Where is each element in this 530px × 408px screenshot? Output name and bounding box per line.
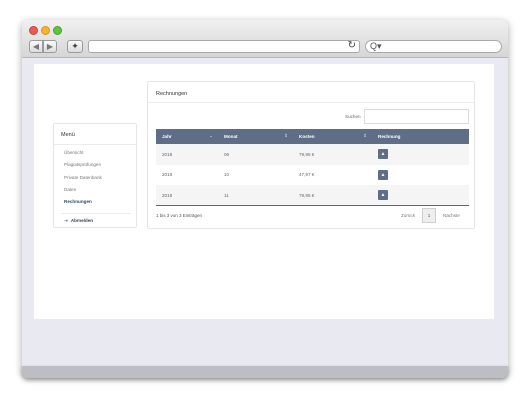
address-bar[interactable]: ↻ [88, 40, 360, 53]
pagination-page-1[interactable]: 1 [422, 208, 436, 223]
back-button[interactable]: ◀ [29, 40, 43, 53]
minimize-window-button[interactable] [41, 26, 50, 35]
table-row: 2018 11 79,95 € ▲ [156, 185, 469, 207]
divider [54, 144, 136, 145]
cell-invoice: ▲ [372, 164, 469, 186]
divider [148, 102, 474, 103]
sidebar-item-private-database[interactable]: Private Datenbank [64, 175, 102, 187]
cell-cost: 47,97 € [293, 164, 372, 186]
sidebar-item-data[interactable]: Daten [64, 187, 102, 199]
sidebar-item-overview[interactable]: Übersicht [64, 150, 102, 162]
sort-icon: ⇕ [363, 133, 367, 138]
table-search-input[interactable] [364, 109, 469, 124]
menu-title: Menü [61, 132, 75, 138]
cell-cost: 79,95 € [293, 144, 372, 165]
maximize-window-button[interactable] [53, 26, 62, 35]
download-icon[interactable]: ▲ [378, 190, 388, 201]
column-header-year[interactable]: Jahr ⌄ [156, 129, 218, 144]
forward-button[interactable]: ▶ [43, 40, 57, 53]
cell-cost: 79,95 € [293, 185, 372, 207]
reload-icon[interactable]: ↻ [348, 40, 356, 51]
cell-month: 10 [218, 164, 293, 186]
download-icon[interactable]: ▲ [378, 149, 388, 160]
cell-invoice: ▲ [372, 185, 469, 207]
column-header-month[interactable]: Monat ⇕ [218, 129, 293, 144]
sort-asc-icon: ⌄ [209, 133, 213, 138]
cell-year: 2018 [156, 144, 218, 165]
panel-title: Rechnungen [156, 91, 188, 97]
logout-link[interactable]: ⇥ Abmelden [64, 218, 93, 224]
invoices-table: Jahr ⌄ Monat ⇕ Kosten ⇕ Rechnung 2018 06 79… [156, 129, 469, 207]
table-header-row: Jahr ⌄ Monat ⇕ Kosten ⇕ Rechnung [156, 129, 469, 144]
logout-icon: ⇥ [64, 218, 68, 223]
invoices-panel: Rechnungen Suchen Jahr ⌄ Monat ⇕ Kosten ⇕ R… [147, 81, 475, 229]
sidebar-item-plagiarism-checks[interactable]: Plagiatsprüfungen [64, 162, 102, 174]
menu-list: Übersicht Plagiatsprüfungen Private Date… [64, 150, 102, 211]
search-icon: Q▾ [370, 41, 382, 51]
cell-month: 11 [218, 185, 293, 207]
search-label: Suchen [345, 114, 361, 119]
window-bottom-edge [22, 366, 508, 378]
column-label: Jahr [162, 134, 172, 139]
divider [61, 213, 131, 214]
pagination-prev-button[interactable]: Zurück [401, 213, 415, 218]
column-label: Rechnung [378, 134, 401, 139]
cell-month: 06 [218, 144, 293, 165]
cell-year: 2018 [156, 185, 218, 207]
pagination-next-button[interactable]: Nächste [443, 213, 460, 218]
sidebar-menu: Menü Übersicht Plagiatsprüfungen Private… [53, 123, 137, 228]
column-header-invoice: Rechnung [372, 129, 469, 144]
column-label: Monat [224, 134, 238, 139]
browser-toolbar: ◀ ▶ ✦ ↻ Q▾ [22, 20, 508, 58]
download-icon[interactable]: ▲ [378, 169, 388, 180]
bookmark-button[interactable]: ✦ [67, 40, 83, 53]
table-info: 1 bis 3 von 3 Einträgen [156, 213, 203, 218]
browser-window: ◀ ▶ ✦ ↻ Q▾ Menü Übersicht Plagiatsprüfun… [22, 20, 508, 376]
column-header-cost[interactable]: Kosten ⇕ [293, 129, 372, 144]
logout-label: Abmelden [70, 218, 94, 223]
sort-icon: ⇕ [284, 133, 288, 138]
cell-year: 2018 [156, 164, 218, 186]
cell-invoice: ▲ [372, 144, 469, 165]
column-label: Kosten [299, 134, 315, 139]
page-content: Menü Übersicht Plagiatsprüfungen Private… [34, 64, 494, 319]
table-row: 2018 10 47,97 € ▲ [156, 164, 469, 186]
browser-search-field[interactable]: Q▾ [365, 40, 502, 53]
table-row: 2018 06 79,95 € ▲ [156, 144, 469, 165]
close-window-button[interactable] [29, 26, 38, 35]
sidebar-item-invoices[interactable]: Rechnungen [64, 199, 102, 211]
